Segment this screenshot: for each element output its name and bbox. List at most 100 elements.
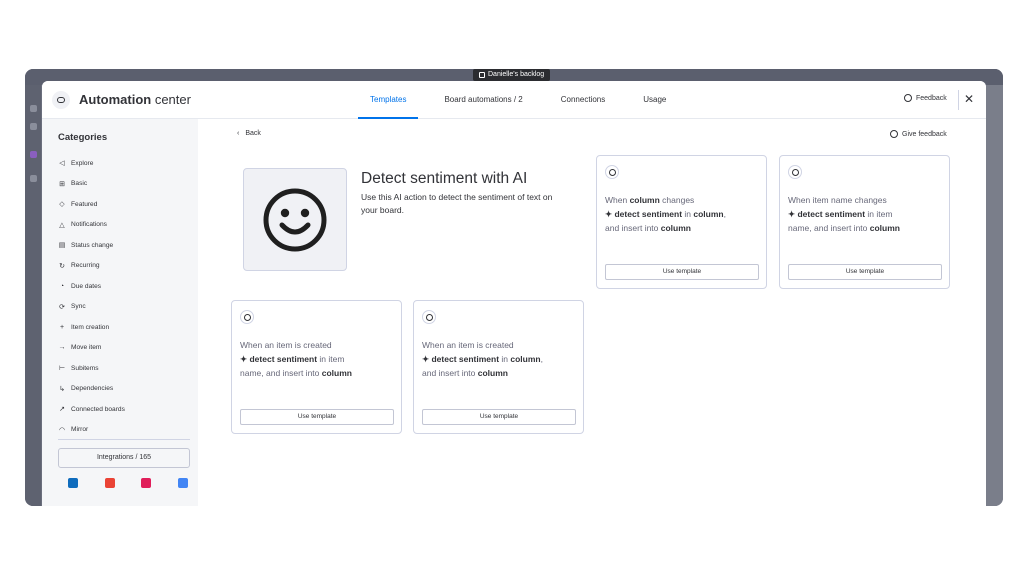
background-board-strip: [985, 85, 1003, 506]
line2-bold: column: [510, 354, 541, 364]
home-icon: [30, 105, 37, 112]
use-template-button[interactable]: Use template: [788, 264, 942, 280]
background-left-rail: [25, 85, 41, 506]
sidebar-item-sync[interactable]: ⟳ Sync: [58, 297, 188, 318]
board-icon: [479, 72, 485, 78]
arrow-right-icon: →: [58, 344, 66, 352]
sidebar-item-label: Status change: [71, 241, 114, 249]
sync-icon: ⟳: [59, 303, 65, 311]
hero-description: Use this AI action to detect the sentime…: [361, 192, 553, 215]
sidebar-item-label: Sync: [71, 303, 86, 311]
line2-mid: in: [499, 354, 511, 364]
line1-pre: When: [605, 195, 630, 205]
outlook-icon[interactable]: [68, 478, 78, 488]
arrow-diagonal-icon: ↗: [59, 406, 65, 414]
template-card[interactable]: When item name changes ✦ detect sentiment…: [779, 155, 950, 289]
categories-list: ◁ Explore ⊞ Basic ◇ Featured △ Notifications ▤ St…: [58, 153, 188, 440]
tab-usage[interactable]: Usage: [631, 81, 678, 119]
sidebar-item-label: Connected boards: [71, 405, 125, 413]
smiley-face-icon: [605, 165, 619, 179]
modal-title-rest: center: [151, 92, 191, 107]
tab-board-automations-2[interactable]: Board automations / 2: [432, 81, 534, 119]
board-name-label: Danielle's backlog: [488, 71, 545, 78]
sidebar-item-featured[interactable]: ◇ Featured: [58, 194, 188, 215]
line3-pre: and insert into: [422, 368, 478, 378]
bell-icon: △: [59, 221, 65, 229]
line2-post: ,: [723, 209, 726, 219]
modal-header: Automation center Templates Board automat…: [42, 81, 986, 119]
feedback-button[interactable]: Feedback: [904, 94, 947, 102]
template-description: When an item is created ✦ detect sentimen…: [240, 338, 396, 380]
sidebar-item-due-dates[interactable]: ◔ Due dates: [58, 276, 188, 297]
automation-center-modal: Automation center Templates Board automat…: [42, 81, 986, 506]
template-description: When an item is created ✦ detect sentimen…: [422, 338, 578, 380]
dependency-icon: ↳: [59, 385, 65, 393]
modal-tabs: Templates Board automations / 2 Connection…: [358, 81, 692, 119]
use-template-button[interactable]: Use template: [605, 264, 759, 280]
sidebar-item-label: Featured: [71, 200, 98, 208]
sidebar-item-subitems[interactable]: ⊢ Subitems: [58, 358, 188, 379]
give-feedback-label: Give feedback: [902, 130, 947, 138]
sidebar-item-connected-boards[interactable]: ↗ Connected boards: [58, 399, 188, 420]
sidebar-item-item-creation[interactable]: + Item creation: [58, 317, 188, 338]
line1-pre: When an item is created: [422, 340, 514, 350]
chevron-left-icon: ‹: [237, 130, 240, 137]
header-divider: [958, 90, 959, 110]
close-icon[interactable]: ✕: [964, 92, 974, 106]
line3-pre: and insert into: [605, 223, 661, 233]
line2-mid: in item: [317, 354, 345, 364]
use-template-button[interactable]: Use template: [240, 409, 394, 425]
feedback-label: Feedback: [916, 94, 947, 102]
use-template-button[interactable]: Use template: [422, 409, 576, 425]
feedback-icon: [890, 130, 898, 138]
sidebar-item-explore[interactable]: ◁ Explore: [58, 153, 188, 174]
integration-app-icons: [68, 478, 188, 488]
sidebar-item-basic[interactable]: ⊞ Basic: [58, 174, 188, 195]
sidebar-item-status-change[interactable]: ▤ Status change: [58, 235, 188, 256]
template-card[interactable]: When an item is created ✦ detect sentimen…: [231, 300, 402, 434]
sidebar-item-mirror[interactable]: ◠ Mirror: [58, 420, 188, 441]
sidebar-item-label: Dependencies: [71, 385, 114, 393]
sidebar-item-move-item[interactable]: → Move item: [58, 338, 188, 359]
line3-pre: name, and insert into: [788, 223, 870, 233]
sidebar-item-notifications[interactable]: △ Notifications: [58, 215, 188, 236]
categories-sidebar: Categories ◁ Explore ⊞ Basic ◇ Featured △ Notif…: [42, 119, 198, 506]
megaphone-icon: ◁: [59, 160, 65, 168]
smiley-face-icon: [243, 168, 347, 271]
tab-templates[interactable]: Templates: [358, 81, 419, 119]
line3-bold: column: [660, 223, 691, 233]
feedback-icon: [904, 94, 912, 102]
line1-pre: When item name changes: [788, 195, 887, 205]
template-description: When column changes ✦ detect sentiment in…: [605, 193, 761, 235]
template-card[interactable]: When an item is created ✦ detect sentimen…: [413, 300, 584, 434]
modal-title-bold: Automation: [79, 92, 152, 107]
integrations-button[interactable]: Integrations / 165: [58, 448, 190, 468]
gmail-icon[interactable]: [104, 478, 115, 488]
automation-logo-icon: [52, 91, 70, 109]
plus-icon: +: [59, 323, 65, 331]
smiley-face-icon: [422, 310, 436, 324]
smiley-face-icon: [788, 165, 802, 179]
back-button[interactable]: ‹ Back: [237, 130, 261, 137]
categories-title: Categories: [58, 132, 108, 143]
template-detail-content: ‹ Back Give feedback Detect sentiment wi…: [198, 119, 986, 506]
sidebar-item-dependencies[interactable]: ↳ Dependencies: [58, 379, 188, 400]
template-card[interactable]: When column changes ✦ detect sentiment in…: [596, 155, 767, 289]
line2-bold: column: [693, 209, 724, 219]
sidebar-item-recurring[interactable]: ↻ Recurring: [58, 256, 188, 277]
diamond-icon: ◇: [59, 201, 65, 209]
sidebar-item-label: Notifications: [71, 221, 107, 229]
line1-bold: column: [629, 195, 660, 205]
line1-post: changes: [659, 195, 695, 205]
workspace-icon: [30, 151, 37, 158]
line3-bold: column: [321, 368, 352, 378]
line1-pre: When an item is created: [240, 340, 332, 350]
line2-mid: in item: [865, 209, 893, 219]
line3-bold: column: [869, 223, 900, 233]
google-calendar-icon[interactable]: [177, 478, 188, 488]
tab-connections[interactable]: Connections: [549, 81, 617, 119]
sidebar-item-label: Basic: [71, 180, 88, 188]
slack-icon[interactable]: [141, 478, 152, 488]
calendar-icon: [30, 123, 37, 130]
give-feedback-button[interactable]: Give feedback: [890, 130, 947, 138]
